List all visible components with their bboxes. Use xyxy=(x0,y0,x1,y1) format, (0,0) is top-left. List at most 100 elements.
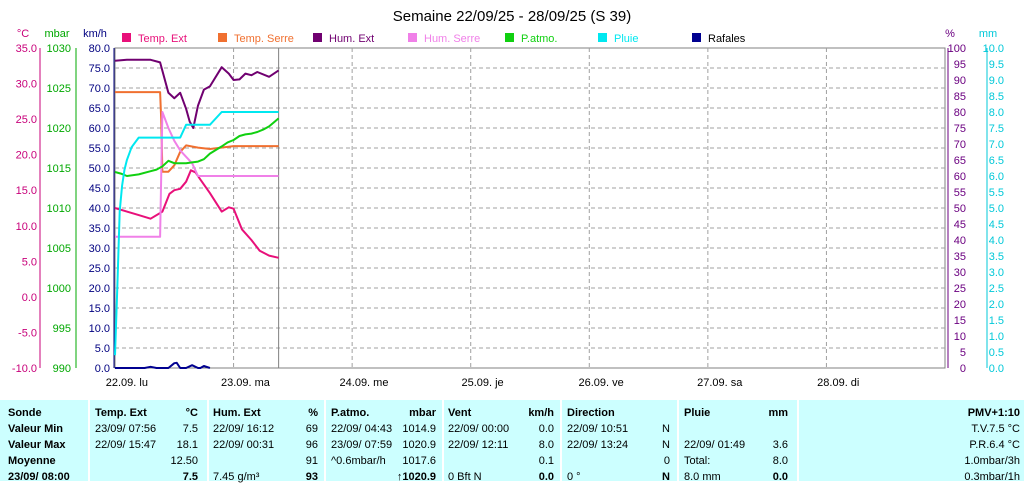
tick-label: 70.0 xyxy=(89,83,110,95)
tick-label: -10.0 xyxy=(12,363,37,375)
stats-header: Sonde xyxy=(8,407,42,419)
stats-column-separator xyxy=(677,400,679,481)
stats-header: mm xyxy=(768,407,788,419)
tick-label: 2.5 xyxy=(989,283,1004,295)
stats-value: 7.5 xyxy=(182,471,198,483)
tick-label: 6.0 xyxy=(989,171,1004,183)
stats-value: 91 xyxy=(305,455,318,467)
tick-label: 7.5 xyxy=(989,123,1004,135)
stats-header: Hum. Ext xyxy=(213,407,261,419)
stats-header: PMV+1:10 xyxy=(967,407,1020,419)
stats-header: % xyxy=(308,407,318,419)
stats-value: N xyxy=(662,439,670,451)
tick-label: 0.5 xyxy=(989,347,1004,359)
x-tick-label: 23.09. ma xyxy=(221,377,271,389)
tick-label: 15.0 xyxy=(16,185,37,197)
tick-label: 3.0 xyxy=(989,267,1004,279)
legend-label: Hum. Serre xyxy=(424,33,480,45)
stats-row-label: Valeur Min xyxy=(8,423,64,435)
tick-label: 35 xyxy=(954,251,966,263)
tick-label: 8.5 xyxy=(989,91,1004,103)
chart-legend: Temp. Ext Temp. Serre Hum. Ext Hum. Serre P.… xyxy=(122,33,746,45)
tick-label: 15 xyxy=(954,315,966,327)
tick-label: 5.0 xyxy=(95,343,110,355)
tick-label: 100 xyxy=(948,43,966,55)
tick-label: 5.0 xyxy=(989,203,1004,215)
stats-cell: 22/09/ 13:24 xyxy=(567,439,629,451)
chart-series xyxy=(114,58,280,369)
stats-header: Temp. Ext xyxy=(95,407,147,419)
stats-cell: 22/09/ 04:43 xyxy=(331,423,393,435)
stats-value: 0.0 xyxy=(538,471,554,483)
legend-label: Rafales xyxy=(708,33,746,45)
tick-label: 1030 xyxy=(47,43,71,55)
x-tick-label: 22.09. lu xyxy=(106,377,148,389)
tick-label: 10 xyxy=(954,331,966,343)
stats-header: Direction xyxy=(567,407,615,419)
tick-label: 1000 xyxy=(47,283,71,295)
tick-label: 20.0 xyxy=(89,283,110,295)
x-tick-label: 26.09. ve xyxy=(579,377,624,389)
tick-label: 25.0 xyxy=(89,263,110,275)
stats-value: 1.0mbar/3h xyxy=(964,455,1020,467)
x-tick-label: 28.09. di xyxy=(817,377,859,389)
chart-title: Semaine 22/09/25 - 28/09/25 (S 39) xyxy=(393,8,632,25)
tick-label: 1010 xyxy=(47,203,71,215)
tick-label: 80 xyxy=(954,107,966,119)
stats-cell: 8.0 mm xyxy=(684,471,721,483)
tick-label: 20 xyxy=(954,299,966,311)
tick-label: -5.0 xyxy=(18,327,37,339)
axis-unit-r0: % xyxy=(945,28,955,40)
stats-value: 18.1 xyxy=(176,439,198,451)
tick-label: 35.0 xyxy=(89,223,110,235)
tick-label: 80.0 xyxy=(89,43,110,55)
axis-unit-1: mbar xyxy=(44,28,69,40)
stats-value: 8.0 xyxy=(538,439,554,451)
tick-label: 25 xyxy=(954,283,966,295)
stats-value: 93 xyxy=(305,471,318,483)
tick-label: 60 xyxy=(954,171,966,183)
stats-value: T.V.7.5 °C xyxy=(971,423,1020,435)
series-line-rafales xyxy=(115,361,211,369)
tick-label: 20.0 xyxy=(16,150,37,162)
tick-label: 10.0 xyxy=(983,43,1004,55)
stats-cell: ^0.6mbar/h xyxy=(331,455,386,467)
tick-label: 95 xyxy=(954,59,966,71)
stats-column-separator xyxy=(442,400,444,481)
x-tick-label: 25.09. je xyxy=(461,377,503,389)
tick-label: 2.0 xyxy=(989,299,1004,311)
tick-label: 1015 xyxy=(47,163,71,175)
tick-label: 5.0 xyxy=(22,256,37,268)
legend-label: Temp. Serre xyxy=(234,33,294,45)
stats-value: 0.0 xyxy=(772,471,788,483)
tick-label: 9.5 xyxy=(989,59,1004,71)
stats-value: 1020.9 xyxy=(402,439,436,451)
tick-label: 10.0 xyxy=(89,323,110,335)
tick-label: 4.5 xyxy=(989,219,1004,231)
stats-value: 69 xyxy=(305,423,318,435)
stats-value: 0 xyxy=(663,455,670,467)
stats-column-separator xyxy=(207,400,209,481)
stats-value: 1014.9 xyxy=(402,423,436,435)
tick-label: 35.0 xyxy=(16,43,37,55)
legend-swatch xyxy=(692,33,701,42)
stats-table: Sonde Temp. Ext °C Hum. Ext% P.atmo. mbar Vent… xyxy=(0,400,1024,483)
weather-chart: Semaine 22/09/25 - 28/09/25 (S 39) °C 35.… xyxy=(12,8,1004,389)
tick-label: 1020 xyxy=(47,123,71,135)
stats-header: mbar xyxy=(409,407,436,419)
tick-label: 50.0 xyxy=(89,163,110,175)
tick-label: 0.0 xyxy=(95,363,110,375)
tick-label: 1.5 xyxy=(989,315,1004,327)
stats-value: 0.0 xyxy=(538,423,554,435)
tick-label: 65 xyxy=(954,155,966,167)
stats-value: 1017.6 xyxy=(402,455,436,467)
tick-label: 995 xyxy=(53,323,71,335)
series-line-temp-ext xyxy=(114,169,279,259)
tick-label: 990 xyxy=(53,363,71,375)
tick-label: 0.0 xyxy=(989,363,1004,375)
tick-label: 75.0 xyxy=(89,63,110,75)
stats-row-label: Valeur Max xyxy=(8,439,66,451)
tick-label: 30.0 xyxy=(16,79,37,91)
series-line-hum-ext xyxy=(114,58,280,129)
tick-label: 45.0 xyxy=(89,183,110,195)
